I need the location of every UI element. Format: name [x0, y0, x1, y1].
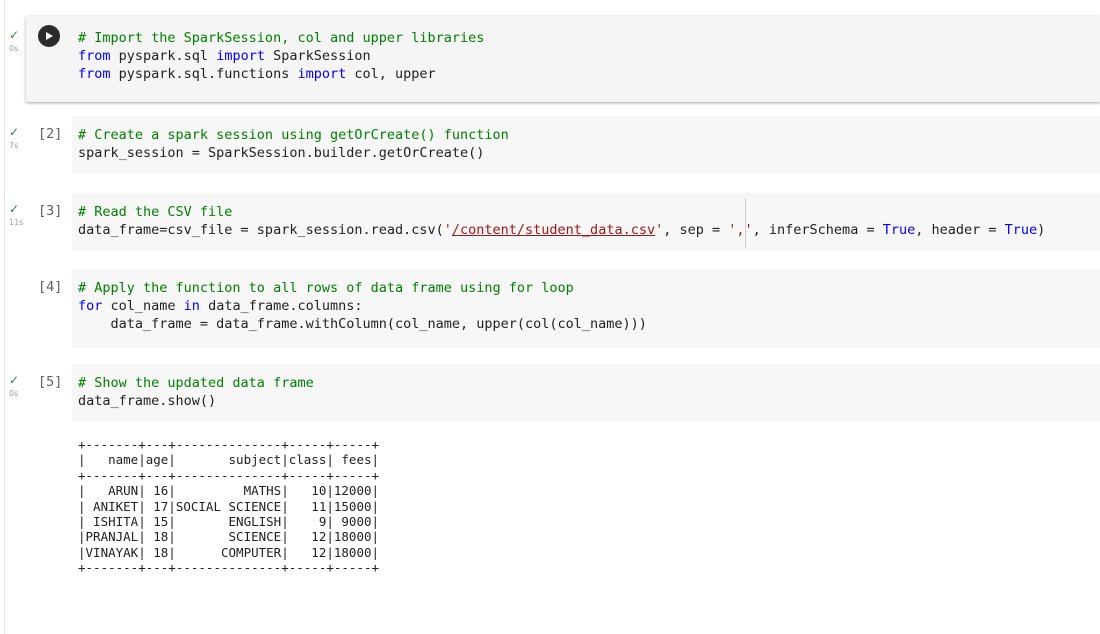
code-line: data_frame=csv_file = spark_session.read… — [78, 221, 1045, 239]
code-line: # Show the updated data frame — [78, 374, 314, 392]
execution-time: 7s — [9, 141, 19, 150]
code-token: data_frame=csv_file = spark_session.read… — [78, 222, 444, 238]
success-check-icon: ✓ — [9, 202, 20, 216]
file-path-link[interactable]: /content/student_data.csv — [452, 222, 655, 238]
code-line: from pyspark.sql.functions import col, u… — [78, 65, 484, 83]
code-token: # Create a spark session using getOrCrea… — [78, 127, 509, 143]
execution-time: 11s — [9, 218, 24, 227]
execution-count: [4] — [38, 279, 63, 295]
output-line: +-------+---+--------------+-----+-----+ — [78, 467, 380, 483]
output-line: +-------+---+--------------+-----+-----+ — [78, 437, 380, 452]
code-cell-4[interactable]: [4] # Apply the function to all rows of … — [0, 270, 1100, 348]
code-line: from pyspark.sql import SparkSession — [78, 47, 484, 65]
cell-output-table: +-------+---+--------------+-----+-----+… — [78, 437, 379, 576]
success-check-icon: ✓ — [9, 373, 20, 387]
code-token: True — [882, 222, 916, 238]
code-token: data_frame.columns: — [199, 298, 363, 314]
execution-count: [2] — [38, 126, 63, 142]
code-line: data_frame = data_frame.withColumn(col_n… — [78, 315, 647, 333]
code-line: # Apply the function to all rows of data… — [78, 279, 647, 297]
cell-source[interactable]: # Read the CSV file data_frame=csv_file =… — [78, 203, 1045, 239]
output-line: | ISHITA| 15| ENGLISH| 9| 9000| — [78, 514, 380, 530]
code-cell-5[interactable]: ✓ 0s [5] # Show the updated data frame da… — [0, 364, 1100, 422]
code-cell-2[interactable]: ✓ 7s [2] # Create a spark session using … — [0, 116, 1100, 174]
execution-count: [5] — [38, 374, 63, 390]
code-token: from — [78, 66, 111, 82]
code-line: data_frame.show() — [78, 392, 314, 410]
cell-source[interactable]: # Import the SparkSession, col and upper… — [78, 29, 484, 83]
code-token: col, upper — [346, 66, 436, 82]
code-token: import — [297, 66, 347, 82]
run-cell-button[interactable] — [38, 25, 60, 47]
code-token: SparkSession — [264, 48, 371, 64]
code-cell-1[interactable]: ✓ 0s # Import the SparkSession, col and … — [0, 16, 1100, 102]
output-line: | name|age| subject|class| fees| — [78, 452, 380, 468]
code-token: ) — [1037, 222, 1046, 238]
output-line: |VINAYAK| 18| COMPUTER| 12|18000| — [78, 544, 380, 560]
code-line: # Import the SparkSession, col and upper… — [78, 29, 484, 47]
code-token: data_frame.show() — [78, 393, 217, 409]
success-check-icon: ✓ — [9, 125, 20, 139]
code-line: spark_session = SparkSession.builder.get… — [78, 144, 509, 162]
code-token: col_name — [102, 298, 184, 314]
code-token: pyspark.sql — [110, 48, 217, 64]
code-token: import — [216, 48, 265, 64]
code-token: # Apply the function to all rows of data… — [78, 280, 574, 296]
code-token: # Import the SparkSession, col and upper… — [78, 30, 485, 46]
output-line: | ANIKET| 17|SOCIAL SCIENCE| 11|15000| — [78, 498, 380, 514]
cell-source[interactable]: # Show the updated data frame data_frame.… — [78, 374, 314, 410]
play-icon — [46, 32, 53, 40]
success-check-icon: ✓ — [9, 28, 20, 42]
execution-time: 0s — [9, 44, 19, 53]
code-token: spark_session = SparkSession.builder.get… — [78, 145, 485, 161]
code-token: in — [183, 298, 200, 314]
code-token: True — [1004, 222, 1038, 238]
code-token: from — [78, 48, 111, 64]
code-token: , inferSchema = — [752, 222, 883, 238]
output-line: |PRANJAL| 18| SCIENCE| 12|18000| — [78, 529, 380, 545]
code-line: # Create a spark session using getOrCrea… — [78, 126, 509, 144]
code-token: pyspark.sql.functions — [110, 66, 298, 82]
text-cursor — [745, 198, 746, 248]
code-token: data_frame = data_frame.withColumn(col_n… — [78, 316, 647, 332]
code-token: for — [78, 298, 103, 314]
cell-source[interactable]: # Apply the function to all rows of data… — [78, 279, 647, 333]
code-line: # Read the CSV file — [78, 203, 1045, 221]
code-token: , header = — [915, 222, 1005, 238]
code-token: ',' — [728, 222, 753, 238]
code-token: , sep = — [663, 222, 729, 238]
code-cell-3[interactable]: ✓ 11s [3] # Read the CSV file data_frame=… — [0, 193, 1100, 251]
output-line: +-------+---+--------------+-----+-----+ — [78, 560, 380, 576]
code-token: ' — [655, 222, 664, 238]
execution-time: 0s — [9, 389, 19, 398]
code-line: for col_name in data_frame.columns: — [78, 297, 647, 315]
code-token: # Read the CSV file — [78, 204, 233, 220]
code-token: # Show the updated data frame — [78, 375, 314, 391]
cell-source[interactable]: # Create a spark session using getOrCrea… — [78, 126, 509, 162]
code-token: ' — [443, 222, 452, 238]
execution-count: [3] — [38, 203, 63, 219]
output-line: | ARUN| 16| MATHS| 10|12000| — [78, 483, 380, 499]
